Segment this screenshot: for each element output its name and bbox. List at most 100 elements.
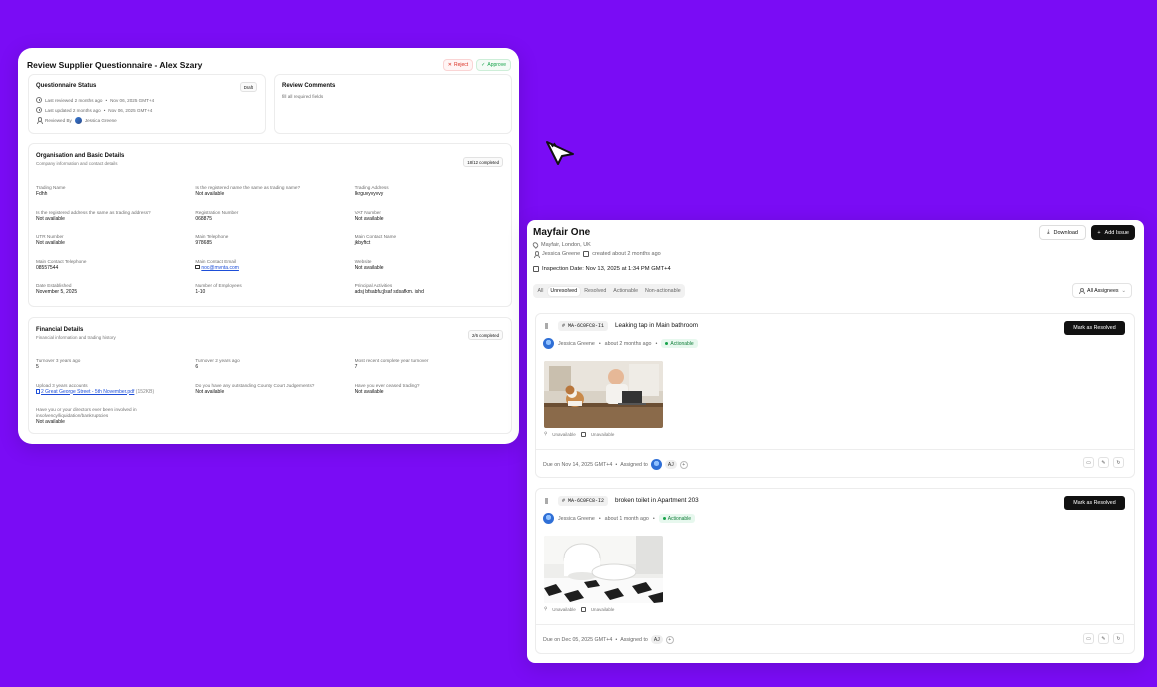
field-date-established: Date Established November 5, 2025 bbox=[36, 283, 78, 295]
issue-actions: ▭ ✎ ↻ bbox=[1083, 457, 1124, 468]
field-registration-number: Registration Number 068875 bbox=[195, 209, 239, 222]
field-recent-turnover: Most recent complete year turnover 7 bbox=[354, 358, 429, 370]
comments-title: Review Comments bbox=[282, 83, 336, 89]
tab-non-actionable[interactable]: Non-actionable bbox=[643, 287, 684, 296]
author-name: Jessica Greene bbox=[558, 340, 595, 347]
financial-details-section: Financial Details Financial information … bbox=[28, 317, 512, 434]
inspection-title: Mayfair One bbox=[533, 227, 591, 238]
file-size: (152KB) bbox=[135, 388, 155, 395]
mark-resolved-button[interactable]: Mark as Resolved bbox=[1064, 496, 1125, 510]
field-turnover-2-years: Turnover 2 years ago 6 bbox=[195, 358, 240, 370]
assignee-initials[interactable]: AJ bbox=[664, 460, 677, 469]
assignee-initials[interactable]: AJ bbox=[650, 635, 663, 644]
add-assignee-button[interactable]: + bbox=[679, 460, 688, 469]
due-date: Due on Nov 14, 2025 GMT+4 bbox=[543, 461, 613, 468]
comments-text: fill all required fields bbox=[282, 94, 324, 99]
creator-name: Jessica Greene bbox=[542, 251, 581, 257]
field-ccj: Do you have any outstanding County Court… bbox=[195, 382, 315, 395]
avatar bbox=[74, 116, 82, 124]
tab-unresolved[interactable]: Unresolved bbox=[547, 286, 580, 296]
map-pin-icon bbox=[531, 241, 540, 249]
issue-photo[interactable] bbox=[544, 536, 663, 603]
issue-title: Leaking tap in Main bathroom bbox=[615, 322, 698, 329]
field-upload-accounts: Upload 3 years accounts 2 Great George St… bbox=[36, 382, 155, 395]
due-date: Due on Dec 05, 2025 GMT+4 bbox=[543, 636, 613, 643]
photo-broken-toilet bbox=[544, 536, 663, 603]
assignees-dropdown[interactable]: All Assignees ⌄ bbox=[1072, 283, 1132, 298]
add-issue-label: Add Issue bbox=[1104, 229, 1129, 236]
edit-icon[interactable]: ✎ bbox=[1098, 457, 1109, 468]
drag-handle-icon[interactable] bbox=[545, 498, 548, 504]
chevron-down-icon: ⌄ bbox=[1121, 287, 1126, 294]
page-title: Review Supplier Questionnaire - Alex Sza… bbox=[27, 60, 203, 70]
issue-photo[interactable] bbox=[544, 361, 663, 428]
download-icon: ⤓ bbox=[1047, 229, 1050, 235]
calendar-icon bbox=[533, 266, 539, 272]
status-badge: Actionable bbox=[661, 339, 698, 348]
plus-icon: + bbox=[1097, 229, 1101, 236]
map-pin-icon: ⚲ bbox=[544, 606, 548, 611]
field-number-of-employees: Number of Employees 1-10 bbox=[195, 283, 242, 295]
inspection-date-row: Inspection Date: Nov 13, 2025 at 1:34 PM… bbox=[533, 266, 671, 272]
issue-ago: about 1 month ago bbox=[604, 515, 649, 522]
photo-man-laptop-dog bbox=[544, 361, 663, 428]
edit-icon[interactable]: ✎ bbox=[1098, 633, 1109, 644]
approve-button[interactable]: ✓ Approve bbox=[476, 59, 511, 71]
email-link[interactable]: noc@mvnta.com bbox=[201, 265, 239, 271]
section-subtitle: Company information and contact details bbox=[36, 161, 118, 166]
tab-resolved[interactable]: Resolved bbox=[582, 287, 609, 296]
status-badge: Actionable bbox=[658, 514, 696, 523]
reject-button[interactable]: ✕ Reject bbox=[442, 59, 474, 71]
drag-handle-icon[interactable] bbox=[545, 323, 548, 329]
comment-icon[interactable]: ▭ bbox=[1083, 457, 1094, 468]
mark-resolved-button[interactable]: Mark as Resolved bbox=[1064, 321, 1125, 335]
supplier-review-window: Review Supplier Questionnaire - Alex Sza… bbox=[18, 48, 519, 444]
mouse-pointer-icon bbox=[546, 141, 574, 165]
last-updated-date: Nov 06, 2025 GMT+4 bbox=[108, 107, 153, 113]
user-icon bbox=[533, 251, 541, 258]
refresh-icon[interactable]: ↻ bbox=[1113, 457, 1124, 468]
add-issue-button[interactable]: + Add Issue bbox=[1091, 225, 1135, 240]
field-utr-number: UTR Number Not available bbox=[36, 234, 65, 246]
field-turnover-3-years: Turnover 3 years ago 5 bbox=[36, 358, 81, 370]
last-updated-text: Last updated 2 months ago bbox=[45, 107, 101, 113]
refresh-icon[interactable]: ↻ bbox=[1113, 633, 1124, 644]
field-principal-activities: Principal Activities adsj bfsabfu;jlsaf s… bbox=[354, 283, 424, 295]
field-insolvency: Have you or your directors ever been inv… bbox=[36, 407, 137, 425]
field-vat-number: VAT Number Not available bbox=[354, 209, 384, 222]
assigned-label: Assigned to bbox=[620, 461, 648, 468]
check-icon: ✓ bbox=[481, 62, 486, 68]
accounts-file-link[interactable]: 2 Great George Street - 5th November.pdf bbox=[41, 389, 134, 395]
tab-all[interactable]: All bbox=[535, 287, 546, 296]
users-icon bbox=[1078, 287, 1086, 295]
field-website: Website Not available bbox=[354, 258, 384, 271]
tab-actionable[interactable]: Actionable bbox=[611, 287, 641, 296]
issue-ago: about 2 months ago bbox=[604, 340, 652, 347]
section-subtitle: Financial information and trading histor… bbox=[36, 335, 116, 340]
last-reviewed-row: Last reviewed 2 months ago • Nov 06, 202… bbox=[36, 95, 154, 105]
field-main-contact-name: Main Contact Name jkbyftct bbox=[354, 234, 397, 246]
issue-id: # MA-6C0FC8-I1 bbox=[558, 321, 609, 331]
file-icon bbox=[36, 388, 40, 394]
comment-icon[interactable]: ▭ bbox=[1083, 633, 1094, 644]
download-button[interactable]: ⤓ Download bbox=[1039, 225, 1086, 240]
clock-icon bbox=[36, 107, 42, 113]
field-registered-name-same: Is the registered name the same as tradi… bbox=[195, 185, 301, 197]
field-trading-name: Trading Name Fdhh bbox=[36, 185, 66, 197]
avatar bbox=[543, 338, 554, 349]
clock-icon bbox=[36, 97, 42, 103]
issue-actions: ▭ ✎ ↻ bbox=[1083, 633, 1124, 644]
photo-meta: ⚲ Unavailable Unavailable bbox=[544, 431, 614, 437]
reviewed-by-row: Reviewed By Jessica Greene bbox=[36, 115, 154, 125]
inspection-date: Inspection Date: Nov 13, 2025 at 1:34 PM… bbox=[542, 266, 671, 272]
field-main-contact-telephone: Main Contact Telephone 08557544 bbox=[36, 258, 87, 271]
section-title: Financial Details bbox=[36, 327, 84, 333]
field-trading-address: Trading Address Ikrguvyvyvvy bbox=[354, 185, 389, 197]
issue-title: broken toilet in Apartment 203 bbox=[615, 497, 699, 504]
download-label: Download bbox=[1053, 229, 1078, 236]
photo-date: Unavailable bbox=[590, 606, 615, 612]
inspection-window: Mayfair One Mayfair, London, UK Jessica … bbox=[527, 220, 1144, 663]
add-assignee-button[interactable]: + bbox=[665, 635, 674, 644]
organisation-details-section: Organisation and Basic Details Company i… bbox=[28, 143, 512, 307]
issue-filter-tabs: All Unresolved Resolved Actionable Non-a… bbox=[533, 284, 686, 298]
